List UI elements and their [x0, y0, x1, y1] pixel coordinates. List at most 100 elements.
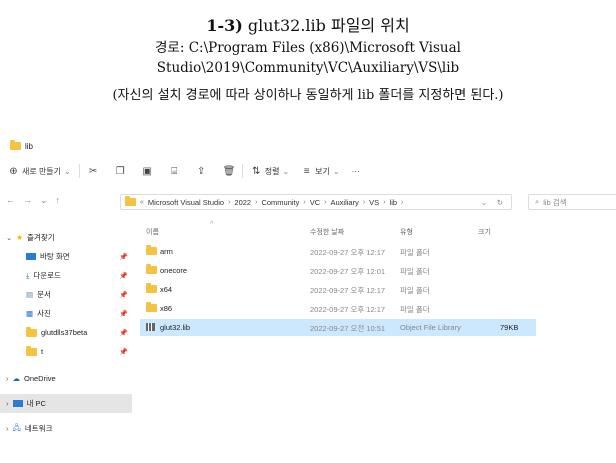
column-header-type[interactable]: 유형 [400, 227, 413, 237]
pin-icon: 📌 [119, 253, 128, 261]
copy-icon[interactable]: ❐ [115, 166, 126, 177]
breadcrumb-separator-icon: › [362, 198, 366, 206]
folder-icon [146, 283, 157, 293]
pin-icon: 📌 [119, 272, 128, 280]
chevron-down-icon: ⌄ [64, 166, 71, 176]
pin-icon: 📌 [119, 310, 128, 318]
file-size: 79KB [500, 323, 519, 332]
paste-icon[interactable]: ▣ [142, 166, 153, 177]
breadcrumb-separator-icon: › [324, 198, 327, 206]
file-date: 2022-09-27 오후 12:17 [310, 248, 386, 257]
sidebar-item-this-pc[interactable]: › 내 PC [0, 394, 132, 413]
column-header-size[interactable]: 크기 [478, 227, 491, 237]
sidebar-item-network[interactable]: › 🖧 네트워크 [0, 419, 132, 438]
breadcrumb-item[interactable]: Community [261, 198, 299, 207]
file-date: 2022-09-27 오후 12:01 [310, 267, 386, 276]
sort-indicator-icon: ^ [210, 221, 214, 228]
view-list-icon: ≡ [303, 165, 310, 177]
chevron-right-icon[interactable]: › [6, 424, 9, 433]
sidebar-item-t[interactable]: t 📌 [0, 342, 132, 361]
view-label: 보기 [315, 166, 330, 176]
folder-icon [146, 264, 157, 274]
pin-icon: 📌 [119, 291, 128, 299]
sidebar-item-glutdlls37beta[interactable]: glutdlls37beta 📌 [0, 323, 132, 342]
cut-icon[interactable]: ✂ [88, 166, 99, 177]
desktop-icon [26, 253, 36, 260]
view-button[interactable]: ≡ 보기 ⌄ [301, 165, 340, 177]
breadcrumb-item[interactable]: Microsoft Visual Studio [148, 198, 224, 207]
chevron-right-icon[interactable]: › [6, 399, 9, 408]
more-button[interactable]: ··· [352, 167, 360, 176]
folder-icon [26, 326, 37, 337]
sidebar-label: 내 PC [26, 399, 46, 408]
breadcrumb-item[interactable]: Auxiliary [330, 198, 358, 207]
file-name: x64 [160, 285, 173, 294]
pin-icon: 📌 [119, 348, 128, 356]
file-row-selected[interactable]: glut32.lib 2022-09-27 오전 10:51 Object Fi… [140, 319, 536, 336]
file-name: glut32.lib [160, 323, 191, 332]
search-box[interactable]: ⌕ lib 검색 [528, 194, 616, 210]
chevron-down-icon[interactable]: ⌄ [6, 233, 12, 242]
navigation-pane: ⌄ ★ 즐겨찾기 바탕 화면 📌 ⤓ 다운로드 📌 ▤ 문서 📌 ▩ 사진 📌 … [0, 228, 132, 438]
file-row[interactable]: x86 2022-09-27 오후 12:17 파일 폴더 [140, 300, 536, 317]
document-icon: ▤ [26, 290, 34, 299]
sidebar-item-onedrive[interactable]: › ☁ OneDrive [0, 369, 132, 388]
sidebar-label: t [41, 347, 44, 356]
sidebar-quick-access[interactable]: ⌄ ★ 즐겨찾기 [0, 228, 132, 247]
refresh-icon[interactable]: ↻ [497, 198, 503, 207]
computer-icon [12, 400, 23, 407]
sidebar-label: 즐겨찾기 [27, 233, 55, 242]
delete-icon[interactable]: 🗑 [223, 166, 236, 177]
sidebar-item-pictures[interactable]: ▩ 사진 📌 [0, 304, 132, 323]
sidebar-label: glutdlls37beta [41, 328, 88, 337]
breadcrumb-item[interactable]: lib [390, 198, 398, 207]
sidebar-item-documents[interactable]: ▤ 문서 📌 [0, 285, 132, 304]
folder-icon [146, 245, 157, 255]
file-row[interactable]: arm 2022-09-27 오후 12:17 파일 폴더 [140, 243, 536, 260]
window-title: lib [25, 141, 34, 151]
file-type: 파일 폴더 [400, 267, 430, 276]
breadcrumb-item[interactable]: 2022 [234, 198, 251, 207]
sidebar-label: 문서 [37, 290, 51, 299]
chevron-right-icon[interactable]: › [6, 374, 9, 383]
file-row[interactable]: onecore 2022-09-27 오후 12:01 파일 폴더 [140, 262, 536, 279]
picture-icon: ▩ [26, 309, 34, 318]
file-explorer-window: lib ⊕ 새로 만들기 ⌄ ✂ ❐ ▣ ⌸ ⇪ 🗑 ⇅ 정렬 ⌄ ≡ 보기 ⌄… [0, 140, 616, 463]
search-icon: ⌕ [535, 197, 540, 206]
share-icon[interactable]: ⇪ [196, 166, 207, 177]
file-date: 2022-09-27 오후 12:17 [310, 305, 386, 314]
window-titlebar: lib [10, 140, 33, 152]
overflow-chevron-icon[interactable]: « [140, 199, 144, 206]
heading-title: 1-3) glut32.lib 파일의 위치 [0, 12, 616, 36]
breadcrumb-separator-icon: › [228, 198, 231, 206]
sort-icon: ⇅ [252, 165, 261, 177]
library-file-icon [146, 323, 155, 331]
heading-text: glut32.lib 파일의 위치 [247, 16, 410, 35]
sidebar-label: 사진 [37, 309, 51, 318]
back-arrow-icon[interactable]: ← [6, 195, 15, 206]
search-placeholder: lib 검색 [543, 197, 567, 207]
column-header-date[interactable]: 수정한 날짜 [310, 227, 344, 237]
star-icon: ★ [16, 233, 24, 242]
chevron-down-icon[interactable]: ⌄ [481, 198, 487, 207]
column-header-name[interactable]: 이름 [146, 227, 159, 237]
rename-icon[interactable]: ⌸ [169, 166, 180, 177]
sidebar-item-downloads[interactable]: ⤓ 다운로드 📌 [0, 266, 132, 285]
breadcrumb-item[interactable]: VS [369, 198, 379, 207]
clipboard-actions: ✂ ❐ ▣ ⌸ ⇪ 🗑 [88, 166, 236, 177]
breadcrumb-item[interactable]: VC [310, 198, 320, 207]
sort-button[interactable]: ⇅ 정렬 ⌄ [251, 166, 289, 177]
sidebar-item-desktop[interactable]: 바탕 화면 📌 [0, 247, 132, 266]
breadcrumb-separator-icon: › [383, 198, 386, 206]
address-bar[interactable]: « Microsoft Visual Studio › 2022 › Commu… [120, 194, 512, 210]
sidebar-label: 다운로드 [33, 271, 61, 280]
file-row[interactable]: x64 2022-09-27 오후 12:17 파일 폴더 [140, 281, 536, 298]
new-button[interactable]: ⊕ 새로 만들기 ⌄ [8, 166, 71, 177]
forward-arrow-icon[interactable]: → [23, 195, 32, 206]
sidebar-label: 네트워크 [24, 424, 53, 433]
file-name: x86 [160, 304, 173, 313]
divider [241, 164, 243, 178]
breadcrumb-separator-icon: › [255, 198, 258, 206]
recent-chevron-icon[interactable]: ⌄ [40, 195, 48, 206]
up-arrow-icon[interactable]: ↑ [56, 195, 61, 206]
